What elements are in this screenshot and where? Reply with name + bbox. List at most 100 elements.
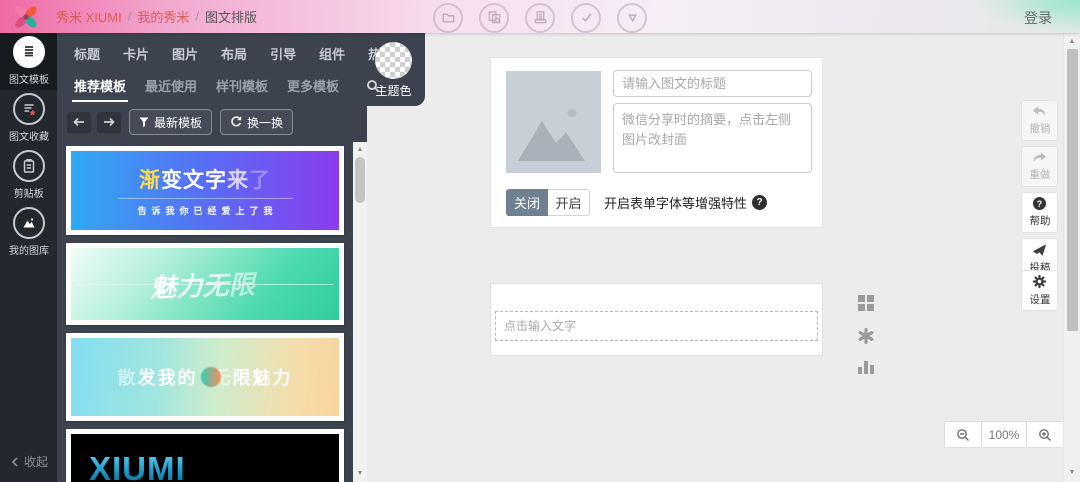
theme-color-label: 主题色: [375, 82, 411, 99]
undo-label: 撤销: [1029, 120, 1050, 135]
sidebar-item-favorites[interactable]: 图文收藏: [0, 90, 57, 147]
toggle-on-button[interactable]: 开启: [548, 189, 590, 216]
enhance-toggle-row: 关闭 开启 开启表单字体等增强特性 ?: [506, 189, 767, 216]
gear-icon: [1032, 274, 1047, 289]
template-title: XIUMI: [89, 450, 186, 482]
breadcrumb-current: 图文排版: [205, 7, 257, 26]
bar-chart-icon[interactable]: [858, 361, 874, 374]
sidebar-item-templates[interactable]: 图文模板: [0, 33, 57, 90]
main-scrollbar[interactable]: ▲ ▼: [1063, 33, 1080, 482]
latest-templates-label: 最新模板: [154, 114, 202, 131]
template-tabs-box: 标题 卡片 图片 布局 引导 组件 热门 推荐模板 最近使用 样刊模板 更多模板…: [57, 33, 425, 106]
template-card-charm[interactable]: 魅力无限: [66, 243, 344, 325]
zoom-out-button[interactable]: [944, 421, 982, 448]
next-page-button[interactable]: [97, 112, 121, 133]
paper-plane-icon: [1032, 243, 1047, 257]
template-title: 魅力无限: [149, 264, 262, 305]
zoom-in-button[interactable]: [1026, 421, 1064, 448]
article-title-input[interactable]: [613, 70, 812, 97]
redo-button[interactable]: 重做: [1021, 146, 1058, 187]
sidebar-item-label: 图文收藏: [9, 129, 49, 143]
template-card-infinite-charm[interactable]: 散发我的无限魅力: [66, 333, 344, 421]
sidebar-item-clipboard[interactable]: 剪贴板: [0, 147, 57, 204]
tab-guide[interactable]: 引导: [270, 44, 296, 63]
template-preview: 渐变文字来了 告诉我你已经爱上了我: [71, 151, 339, 230]
template-card-gradient-text[interactable]: 渐变文字来了 告诉我你已经爱上了我: [66, 146, 344, 235]
template-scrollbar[interactable]: ▲ ▼: [353, 142, 367, 482]
help-label: 帮助: [1029, 212, 1050, 227]
help-question-icon[interactable]: ?: [752, 195, 767, 210]
mountain-placeholder-icon: [514, 95, 593, 167]
save-copy-icon[interactable]: [479, 3, 509, 33]
breadcrumb-separator: /: [128, 9, 132, 24]
prev-page-button[interactable]: [67, 112, 91, 133]
login-button[interactable]: 登录: [1024, 8, 1052, 28]
chevron-left-icon: [11, 457, 19, 467]
tab-image[interactable]: 图片: [172, 44, 198, 63]
grid-icon[interactable]: [858, 295, 874, 311]
template-preview: 魅力无限: [71, 248, 339, 320]
template-title: 渐变文字来了: [139, 164, 271, 194]
gradient-dot: [201, 367, 221, 387]
scroll-down-icon[interactable]: ▼: [1064, 468, 1080, 478]
enhance-feature-label: 开启表单字体等增强特性: [604, 193, 747, 212]
undo-icon: [1032, 106, 1047, 118]
template-card-xiumi[interactable]: XIUMI: [66, 429, 344, 482]
image-mountain-icon: [13, 207, 45, 239]
arrow-left-icon: [73, 117, 85, 127]
check-icon[interactable]: [571, 3, 601, 33]
tab-more[interactable]: 更多模板: [287, 76, 339, 95]
printer-icon[interactable]: [525, 3, 555, 33]
text-input-area[interactable]: 点击输入文字: [495, 311, 818, 341]
collapse-sidebar-button[interactable]: 收起: [11, 453, 48, 470]
source-tabs: 推荐模板 最近使用 样刊模板 更多模板: [57, 63, 425, 95]
shuffle-button[interactable]: 换一换: [220, 109, 293, 135]
tab-recommended[interactable]: 推荐模板: [74, 76, 126, 95]
latest-templates-button[interactable]: 最新模板: [129, 109, 212, 135]
xiumi-logo-icon[interactable]: [13, 4, 39, 30]
tab-layout[interactable]: 布局: [221, 44, 247, 63]
scrollbar-thumb[interactable]: [355, 157, 365, 203]
theme-color-picker[interactable]: 主题色: [375, 42, 412, 99]
breadcrumb-my-xiumi[interactable]: 我的秀米: [137, 7, 189, 26]
toggle-off-button[interactable]: 关闭: [506, 189, 548, 216]
breadcrumb-brand[interactable]: 秀米 XIUMI: [56, 7, 122, 26]
cover-image-placeholder[interactable]: [506, 71, 601, 173]
dropdown-triangle-icon[interactable]: [617, 3, 647, 33]
content-block-card: 点击输入文字: [490, 283, 823, 356]
zoom-bar: 100%: [944, 421, 1064, 448]
arrow-right-icon: [103, 117, 115, 127]
breadcrumb: 秀米 XIUMI / 我的秀米 / 图文排版: [56, 7, 257, 26]
tab-recent[interactable]: 最近使用: [145, 76, 197, 95]
scroll-up-icon[interactable]: ▲: [353, 145, 367, 155]
tab-title[interactable]: 标题: [74, 44, 100, 63]
tab-sample[interactable]: 样刊模板: [216, 76, 268, 95]
sidebar: 图文模板 图文收藏 剪贴板 我的图库: [0, 33, 57, 482]
zoom-out-icon: [956, 428, 970, 442]
undo-button[interactable]: 撤销: [1021, 100, 1058, 141]
shuffle-label: 换一换: [247, 114, 283, 131]
scroll-down-icon[interactable]: ▼: [353, 469, 367, 479]
zoom-level-value[interactable]: 100%: [981, 421, 1027, 448]
template-preview: 散发我的无限魅力: [71, 338, 339, 416]
redo-icon: [1032, 152, 1047, 164]
scroll-up-icon[interactable]: ▲: [1064, 37, 1080, 47]
sidebar-item-label: 我的图库: [9, 243, 49, 257]
tab-card[interactable]: 卡片: [123, 44, 149, 63]
sidebar-item-gallery[interactable]: 我的图库: [0, 204, 57, 261]
breadcrumb-separator: /: [195, 9, 199, 24]
help-button[interactable]: ? 帮助: [1021, 192, 1058, 233]
filter-funnel-icon: [139, 117, 149, 128]
asterisk-icon[interactable]: [858, 328, 874, 344]
divider: [118, 198, 293, 199]
tab-component[interactable]: 组件: [319, 44, 345, 63]
article-summary-input[interactable]: [613, 103, 812, 173]
help-icon: ?: [1033, 197, 1046, 210]
folder-icon[interactable]: [433, 3, 463, 33]
settings-button[interactable]: 设置: [1021, 270, 1058, 311]
header-action-icons: [433, 1, 647, 34]
scrollbar-thumb[interactable]: [1067, 49, 1078, 331]
header: 秀米 XIUMI / 我的秀米 / 图文排版: [0, 0, 1080, 33]
template-preview: XIUMI: [71, 434, 339, 482]
theme-color-swatch: [375, 42, 412, 79]
